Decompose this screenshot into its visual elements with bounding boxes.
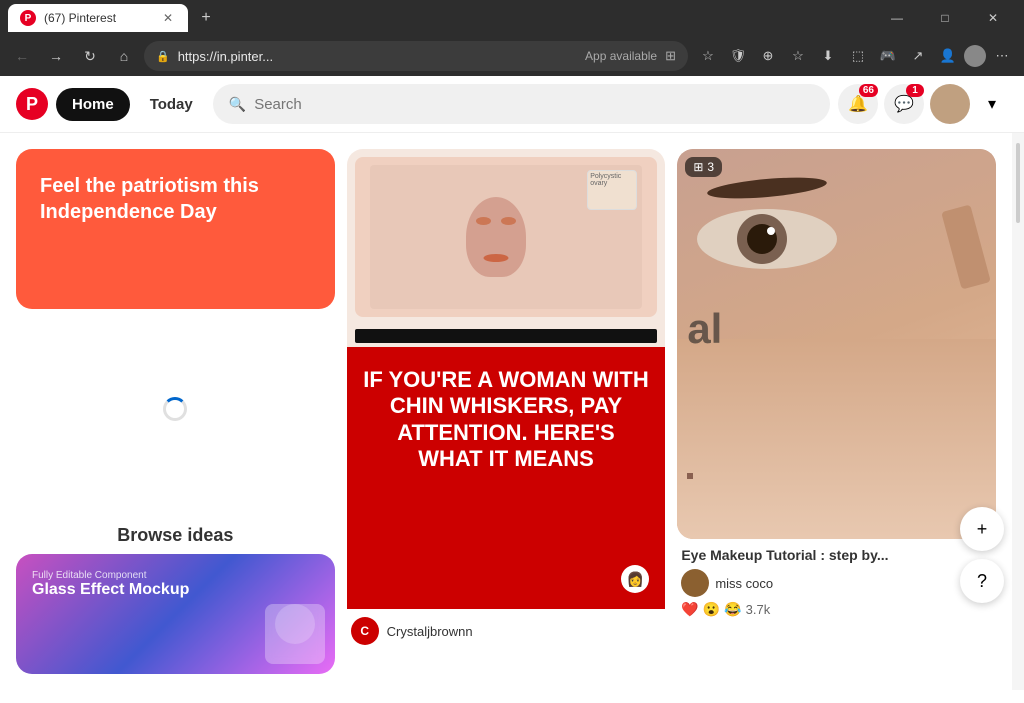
patriotism-card[interactable]: Feel the patriotism this Independence Da… — [16, 149, 335, 309]
lock-icon: 🔒 — [156, 50, 170, 63]
notifications-button[interactable]: 🔔 66 — [838, 84, 878, 124]
forward-button[interactable]: → — [42, 42, 70, 70]
active-tab[interactable]: (67) Pinterest ✕ — [8, 4, 188, 32]
eye-author: miss coco — [681, 569, 992, 597]
messages-button[interactable]: 💬 1 — [884, 84, 924, 124]
collection-icon: ⊞ — [693, 160, 703, 174]
collection-count: 3 — [707, 160, 714, 174]
message-badge: 1 — [906, 84, 924, 97]
share-icon[interactable]: ↗ — [904, 42, 932, 70]
window-controls: — □ ✕ — [874, 4, 1016, 32]
url-bar[interactable]: 🔒 https://in.pinter... App available ⊞ — [144, 41, 688, 71]
collections-icon[interactable]: ⊕ — [754, 42, 782, 70]
glass-card-label: Fully Editable Component — [32, 570, 319, 581]
laugh-reaction: 😂 — [724, 601, 741, 618]
author-name: Crystaljbrownn — [387, 624, 473, 639]
favorites-icon[interactable]: ☆ — [784, 42, 812, 70]
author-avatar: C — [351, 617, 379, 645]
glass-effect-card[interactable]: Fully Editable Component Glass Effect Mo… — [16, 554, 335, 674]
tab-title: (67) Pinterest — [44, 11, 152, 25]
browse-section: Browse ideas — [16, 509, 335, 554]
install-icon[interactable]: ⊞ — [665, 48, 676, 64]
fab-container: + ? — [960, 507, 1004, 603]
tab-favicon — [20, 10, 36, 26]
shield-icon[interactable]: 🛡 — [724, 42, 752, 70]
app-available-label: App available — [585, 49, 657, 63]
reaction-count: 3.7k — [746, 602, 771, 617]
menu-icon[interactable]: ⋯ — [988, 42, 1016, 70]
masonry-grid: Feel the patriotism this Independence Da… — [16, 149, 996, 674]
pinterest-app: Home Today 🔍 🔔 66 💬 1 ▾ — [0, 76, 1024, 703]
content-area: Feel the patriotism this Independence Da… — [0, 133, 1012, 690]
minimize-button[interactable]: — — [874, 4, 920, 32]
new-tab-button[interactable]: + — [192, 4, 220, 32]
profile-avatar-toolbar[interactable] — [964, 45, 986, 67]
browse-ideas-title: Browse ideas — [16, 525, 335, 546]
eye-card-title: Eye Makeup Tutorial : step by... — [681, 547, 992, 563]
message-icon: 💬 — [894, 94, 914, 114]
reactions: ❤️ 😮 😂 3.7k — [681, 601, 992, 618]
today-button[interactable]: Today — [138, 88, 205, 121]
loading-area — [16, 309, 335, 509]
toolbar-icons: ☆ 🛡 ⊕ ☆ ⬇ ⬚ 🎮 ↗ 👤 ⋯ — [694, 42, 1016, 70]
home-button[interactable]: Home — [56, 88, 130, 121]
tab-close-button[interactable]: ✕ — [160, 10, 176, 26]
scrollbar-thumb[interactable] — [1016, 143, 1020, 223]
add-fab-button[interactable]: + — [960, 507, 1004, 551]
loading-spinner — [163, 397, 187, 421]
collection-badge: ⊞ 3 — [685, 157, 722, 177]
top-nav: Home Today 🔍 🔔 66 💬 1 ▾ — [0, 76, 1024, 133]
refresh-button[interactable]: ↻ — [76, 42, 104, 70]
chevron-down-icon[interactable]: ▾ — [976, 88, 1008, 120]
address-bar: ← → ↻ ⌂ 🔒 https://in.pinter... App avail… — [0, 36, 1024, 76]
chin-whiskers-footer: C Crystaljbrownn — [347, 609, 666, 653]
chin-whiskers-card[interactable]: Polycystic ovary IF YOU'RE A WOMAN WITH … — [347, 149, 666, 653]
tab-bar: (67) Pinterest ✕ + — □ ✕ — [0, 0, 1024, 36]
red-text-area: IF YOU'RE A WOMAN WITH CHIN WHISKERS, PA… — [347, 347, 666, 609]
eye-card-footer: Eye Makeup Tutorial : step by... miss co… — [677, 539, 996, 626]
star-icon[interactable]: ☆ — [694, 42, 722, 70]
search-icon: 🔍 — [229, 96, 246, 113]
home-nav-button[interactable]: ⌂ — [110, 42, 138, 70]
search-input[interactable] — [254, 96, 814, 113]
eye-makeup-card[interactable]: ⊞ 3 — [677, 149, 996, 626]
chin-whiskers-image: Polycystic ovary IF YOU'RE A WOMAN WITH … — [347, 149, 666, 609]
download-icon[interactable]: ⬇ — [814, 42, 842, 70]
main-content: Feel the patriotism this Independence Da… — [0, 133, 1024, 690]
medical-illustration: Polycystic ovary — [355, 157, 658, 317]
heart-reaction: ❤️ — [681, 601, 698, 618]
scrollbar[interactable] — [1012, 133, 1024, 690]
maximize-button[interactable]: □ — [922, 4, 968, 32]
glass-card-title: Glass Effect Mockup — [32, 581, 319, 599]
nav-right: 🔔 66 💬 1 ▾ — [838, 84, 1008, 124]
wow-reaction: 😮 — [703, 601, 720, 618]
right-column: ⊞ 3 — [677, 149, 996, 674]
middle-column: Polycystic ovary IF YOU'RE A WOMAN WITH … — [347, 149, 666, 674]
eye-author-avatar — [681, 569, 709, 597]
url-text: https://in.pinter... — [178, 49, 577, 64]
left-column: Feel the patriotism this Independence Da… — [16, 149, 335, 674]
eye-author-name: miss coco — [715, 576, 773, 591]
people-icon[interactable]: 👤 — [934, 42, 962, 70]
search-bar[interactable]: 🔍 — [213, 84, 830, 124]
patriotism-title: Feel the patriotism this Independence Da… — [40, 173, 311, 225]
chin-whiskers-text: IF YOU'RE A WOMAN WITH CHIN WHISKERS, PA… — [363, 367, 650, 473]
back-button[interactable]: ← — [8, 42, 36, 70]
screenshot-icon[interactable]: ⬚ — [844, 42, 872, 70]
notification-badge: 66 — [859, 84, 878, 97]
games-icon[interactable]: 🎮 — [874, 42, 902, 70]
bell-icon: 🔔 — [848, 94, 868, 114]
eye-image-area: al — [677, 149, 996, 539]
profile-avatar[interactable] — [930, 84, 970, 124]
close-button[interactable]: ✕ — [970, 4, 1016, 32]
pinterest-logo[interactable] — [16, 88, 48, 120]
help-fab-button[interactable]: ? — [960, 559, 1004, 603]
